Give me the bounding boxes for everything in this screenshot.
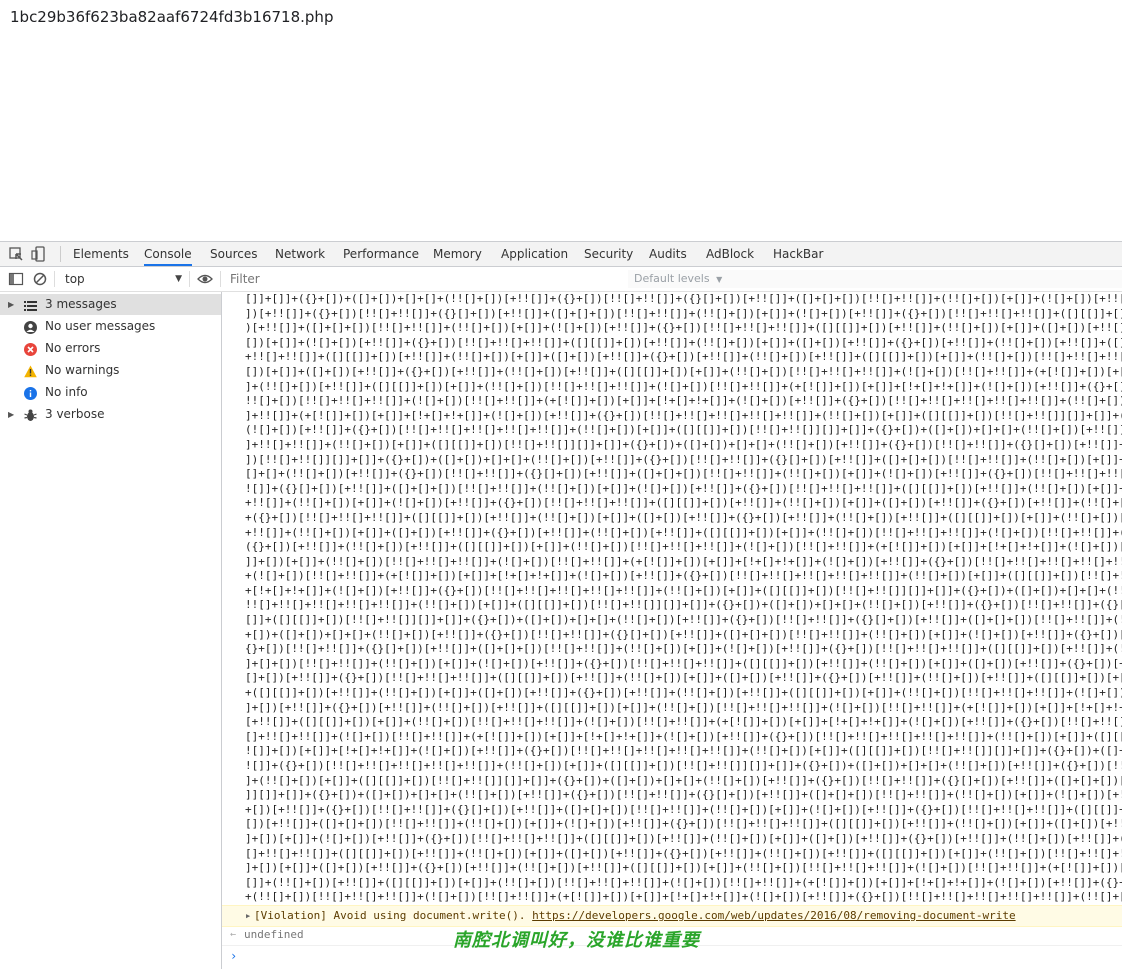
sidebar-item-errors[interactable]: No errors [0,338,221,359]
result-arrow-icon: ← [230,929,237,940]
overlay-caption: 南腔北调叫好，没谁比谁重要 [453,930,700,951]
clear-console-icon[interactable] [32,271,48,287]
filter-input[interactable] [226,270,634,288]
violation-link[interactable]: https://developers.google.com/web/update… [532,909,1015,922]
log-levels-dropdown[interactable]: Default levels ▼ [628,270,1122,288]
tab-application[interactable]: Application [501,242,568,266]
warning-icon [24,364,37,378]
violation-message[interactable]: ▶ [Violation] Avoid using document.write… [222,905,1122,927]
toolbar-divider [189,271,190,287]
sidebar-toggle-icon[interactable] [8,271,24,287]
error-icon [24,342,37,356]
sidebar-item-label: No info [45,385,88,399]
sidebar-item-label: 3 messages [45,297,117,311]
bug-icon [24,408,37,421]
toolbar-divider [54,271,55,287]
sidebar-item-label: No warnings [45,363,120,377]
device-toolbar-icon[interactable] [30,245,48,263]
tabbar-divider [60,246,61,262]
expand-arrow-icon[interactable]: ▶ [8,294,14,315]
prompt-chevron-icon: › [230,949,238,963]
page-viewport: 1bc29b36f623ba82aaf6724fd3b16718.php [0,0,1122,241]
sidebar-item-verbose[interactable]: ▶ 3 verbose [0,404,221,425]
tab-security[interactable]: Security [584,242,633,266]
live-expression-eye-icon[interactable] [197,271,213,287]
dropdown-arrow-icon: ▼ [716,275,723,284]
expand-arrow-icon[interactable]: ▶ [8,404,14,425]
tab-network[interactable]: Network [275,242,325,266]
tab-performance[interactable]: Performance [343,242,419,266]
toolbar-divider [220,271,221,287]
tab-sources[interactable]: Sources [210,242,257,266]
result-value: undefined [244,928,304,941]
list-icon [24,298,37,311]
info-icon [24,386,37,400]
sidebar-item-label: 3 verbose [45,407,105,421]
devtools-panel: Elements Console Sources Network Perform… [0,241,1122,969]
sidebar-item-messages[interactable]: ▶ 3 messages [0,294,221,315]
tab-audits[interactable]: Audits [649,242,687,266]
console-sidebar: ▶ 3 messages No user messages No errors … [0,292,222,969]
tab-memory[interactable]: Memory [433,242,482,266]
violation-text: [Violation] Avoid using document.write()… [254,909,1016,922]
tab-elements[interactable]: Elements [73,242,129,266]
inspect-element-icon[interactable] [7,245,25,263]
sidebar-item-user-messages[interactable]: No user messages [0,316,221,337]
console-toolbar: top ▼ Default levels ▼ [0,267,1122,292]
tab-hackbar[interactable]: HackBar [773,242,823,266]
console-output[interactable]: []]+[]]+({}+[])+([]+[])+[]+[]+(!![]+[])[… [222,292,1122,969]
jsfuck-output: []]+[]]+({}+[])+([]+[])+[]+[]+(!![]+[])[… [245,292,1122,904]
dropdown-arrow-icon: ▼ [175,274,182,284]
sidebar-item-label: No errors [45,341,101,355]
tab-console[interactable]: Console [144,242,192,266]
tab-adblock[interactable]: AdBlock [706,242,754,266]
expand-arrow-icon[interactable]: ▶ [246,906,250,926]
log-levels-label: Default levels [634,272,710,285]
sidebar-item-info[interactable]: No info [0,382,221,403]
user-icon [24,320,37,334]
sidebar-item-warnings[interactable]: No warnings [0,360,221,381]
sidebar-item-label: No user messages [45,319,156,333]
context-selector[interactable]: top ▼ [58,270,186,288]
devtools-tabbar: Elements Console Sources Network Perform… [0,242,1122,267]
context-selector-label: top [65,272,85,286]
page-title: 1bc29b36f623ba82aaf6724fd3b16718.php [10,8,334,26]
